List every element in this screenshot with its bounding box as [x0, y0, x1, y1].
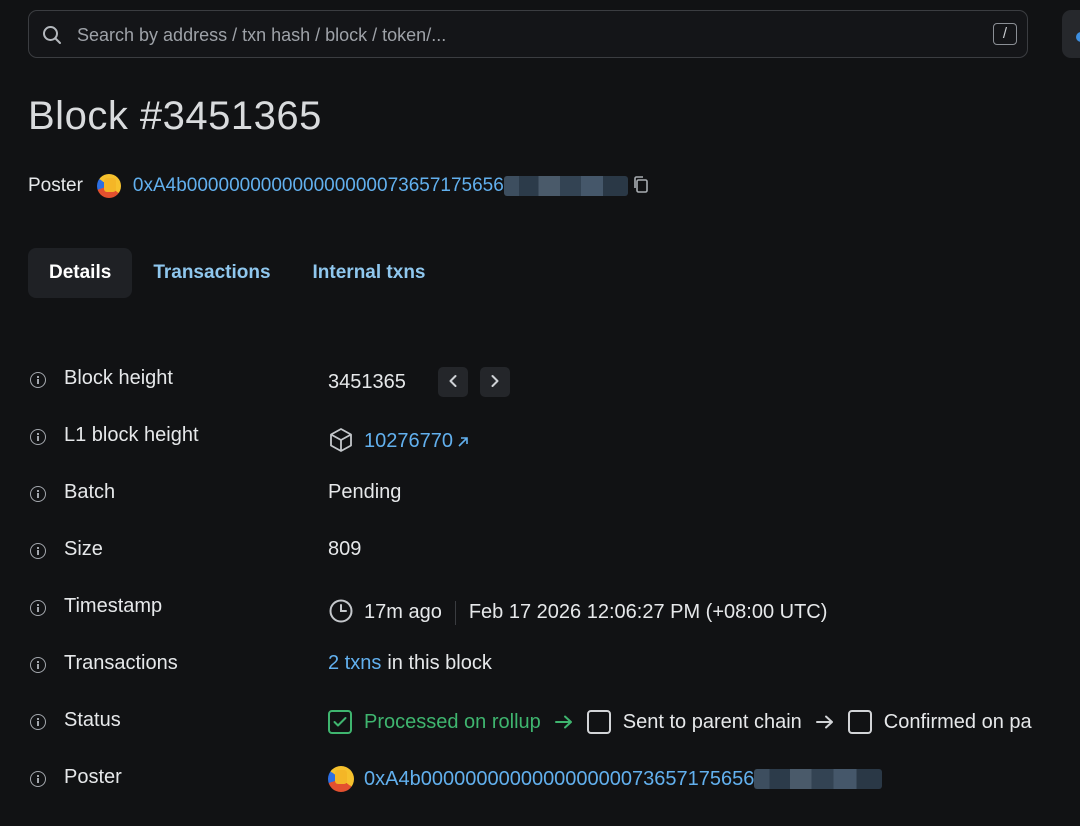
detail-row-status: Status Processed on rollup Sent to paren…	[30, 709, 1080, 739]
poster-label: Poster	[28, 175, 83, 196]
prev-block-button[interactable]	[437, 367, 468, 397]
info-icon[interactable]	[30, 372, 46, 388]
poster-address-link[interactable]: 0xA4b000000000000000000073657175656	[133, 175, 504, 197]
external-link-icon[interactable]	[457, 431, 469, 454]
batch-label: Batch	[64, 481, 116, 503]
checkbox-empty-icon	[586, 710, 611, 734]
search-bar[interactable]: Search by address / txn hash / block / t…	[28, 10, 1028, 58]
l1-block-link[interactable]: 10276770	[364, 430, 453, 453]
page-title: Block #3451365	[28, 94, 322, 138]
arrow-right-icon	[554, 712, 573, 735]
chevron-right-icon	[490, 371, 500, 394]
poster-row-address-link[interactable]: 0xA4b000000000000000000073657175656	[364, 768, 754, 791]
redacted-address-part	[503, 176, 628, 196]
size-value: 809	[328, 538, 362, 560]
detail-row-l1-block-height: L1 block height 10276770	[30, 424, 1080, 454]
check-icon	[328, 710, 352, 734]
detail-row-timestamp: Timestamp 17m ago Feb 17 2026 12:06:27 P…	[30, 595, 1080, 625]
timestamp-divider	[454, 600, 456, 625]
detail-row-block-height: Block height 3451365	[30, 367, 1080, 397]
header-action-button[interactable]	[1062, 10, 1080, 58]
timestamp-value-group: 17m ago Feb 17 2026 12:06:27 PM (+08:00 …	[328, 595, 827, 630]
info-icon[interactable]	[30, 657, 46, 673]
status-step-confirmed: Confirmed on pa	[883, 710, 1032, 733]
poster-avatar	[328, 766, 354, 792]
header-poster: Poster 0xA4b0000000000000000000736571756…	[28, 172, 650, 200]
detail-row-batch: Batch Pending	[30, 481, 1080, 511]
tab-internal-txns[interactable]: Internal txns	[292, 248, 447, 298]
poster-row-label: Poster	[64, 766, 122, 788]
block-height-label: Block height	[64, 367, 173, 389]
block-height-value: 3451365	[328, 370, 406, 393]
info-icon[interactable]	[30, 600, 46, 616]
tab-transactions[interactable]: Transactions	[132, 248, 291, 298]
status-dot-icon	[1076, 32, 1080, 42]
transactions-label: Transactions	[64, 652, 178, 674]
l1-block-height-value-group: 10276770	[328, 424, 469, 459]
info-icon[interactable]	[30, 714, 46, 730]
tab-details[interactable]: Details	[28, 248, 133, 298]
status-step-processed: Processed on rollup	[364, 710, 541, 733]
search-icon	[41, 24, 63, 51]
cube-icon	[328, 427, 354, 459]
timestamp-label: Timestamp	[64, 595, 163, 617]
info-icon[interactable]	[30, 429, 46, 445]
status-steps: Processed on rollup Sent to parent chain…	[328, 709, 1032, 735]
block-height-value-group: 3451365	[328, 367, 510, 397]
detail-row-transactions: Transactions 2 txns in this block	[30, 652, 1080, 682]
redacted-address-part	[754, 769, 883, 789]
chevron-left-icon	[448, 371, 458, 394]
copy-icon[interactable]	[632, 175, 650, 201]
status-step-sent: Sent to parent chain	[622, 710, 802, 733]
checkbox-empty-icon	[847, 710, 872, 734]
next-block-button[interactable]	[479, 367, 510, 397]
clock-icon	[328, 598, 354, 630]
poster-row-value-group: 0xA4b000000000000000000073657175656	[328, 766, 883, 792]
tab-bar: Details Transactions Internal txns	[28, 248, 447, 298]
search-shortcut-badge: /	[993, 23, 1017, 45]
search-input[interactable]: Search by address / txn hash / block / t…	[77, 25, 446, 46]
timestamp-relative: 17m ago	[364, 601, 442, 623]
info-icon[interactable]	[30, 543, 46, 559]
poster-avatar	[96, 174, 121, 198]
txns-link[interactable]: 2 txns	[328, 652, 381, 675]
info-icon[interactable]	[30, 771, 46, 787]
status-label: Status	[64, 709, 121, 731]
info-icon[interactable]	[30, 486, 46, 502]
txns-suffix: in this block	[387, 652, 492, 674]
arrow-right-icon	[815, 712, 834, 735]
timestamp-absolute: Feb 17 2026 12:06:27 PM (+08:00 UTC)	[468, 601, 828, 623]
detail-row-size: Size 809	[30, 538, 1080, 568]
detail-row-poster: Poster 0xA4b0000000000000000000736571756…	[30, 766, 1080, 796]
size-label: Size	[64, 538, 103, 560]
transactions-value-group: 2 txns in this block	[328, 652, 492, 675]
l1-block-height-label: L1 block height	[64, 424, 199, 446]
batch-value: Pending	[328, 481, 402, 503]
